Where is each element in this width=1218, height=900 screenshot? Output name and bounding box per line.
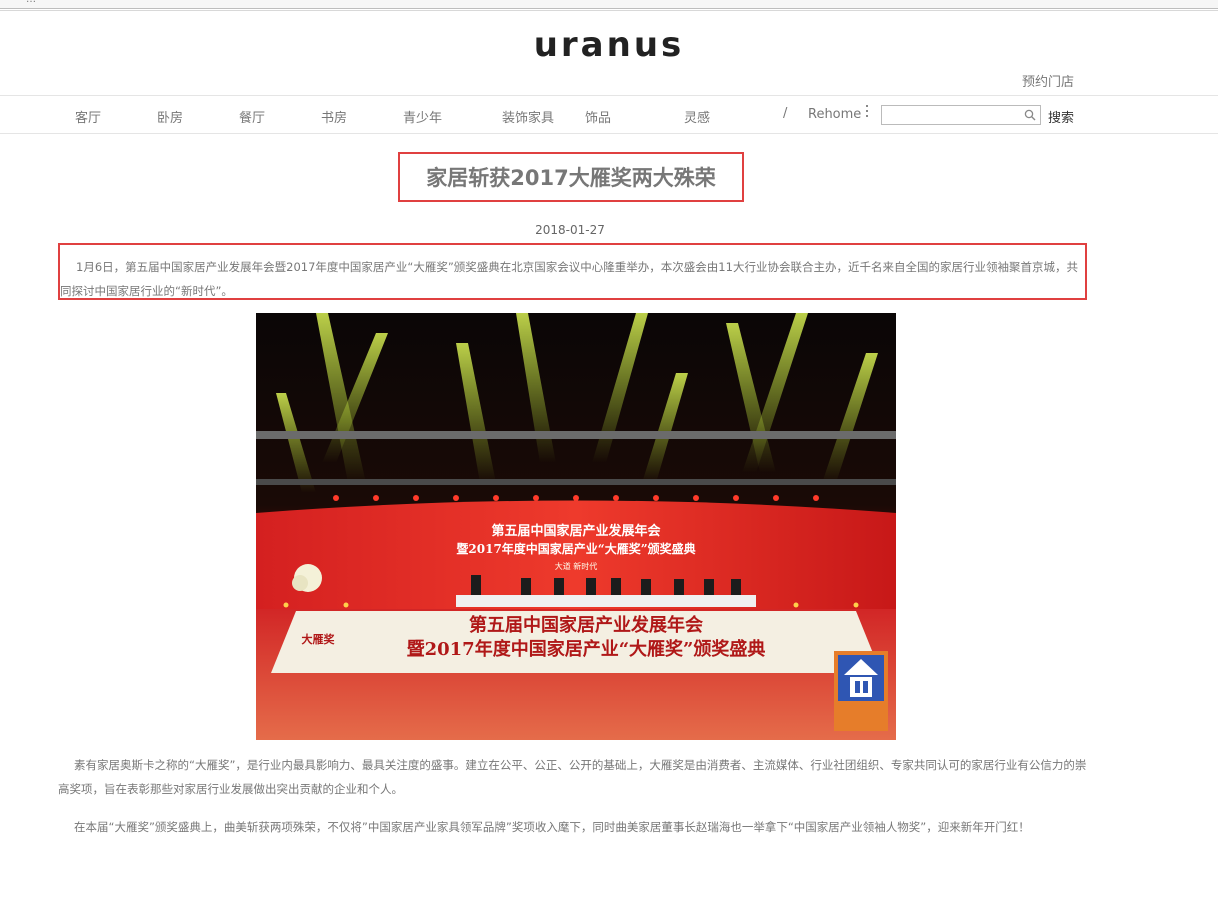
nav-item-study[interactable]: 书房 <box>321 107 347 126</box>
article-date: 2018-01-27 <box>535 223 605 237</box>
article-intro: 1月6日，第五届中国家居产业发展年会暨2017年度中国家居产业“大雁奖”颁奖盛典… <box>60 260 1078 298</box>
event-photo-illustration: 第五届中国家居产业发展年会 暨2017年度中国家居产业“大雁奖”颁奖盛典 大道 … <box>256 313 896 740</box>
backdrop-title-1: 第五届中国家居产业发展年会 <box>491 523 661 539</box>
nav-separator: / <box>783 106 788 121</box>
nav-item-dining[interactable]: 餐厅 <box>239 107 265 126</box>
nav-item-inspiration[interactable]: 灵感 <box>684 107 710 126</box>
nav-item-living-room[interactable]: 客厅 <box>75 107 101 126</box>
browser-fragment: … <box>26 0 36 5</box>
nav-item-rehome[interactable]: Rehome <box>808 107 861 122</box>
nav-item-youth[interactable]: 青少年 <box>403 107 442 126</box>
browser-top-strip: … <box>0 0 1218 9</box>
browser-divider <box>0 10 1218 11</box>
store-locator-link[interactable]: 预约门店 <box>1022 71 1074 90</box>
more-dots-icon[interactable] <box>866 105 869 120</box>
stage-banner-logo: 大雁奖 <box>302 632 336 646</box>
nav-item-decor-furniture[interactable]: 装饰家具 <box>502 107 554 126</box>
article-paragraph-2: 素有家居奥斯卡之称的“大雁奖”，是行业内最具影响力、最具关注度的盛事。建立在公平… <box>58 758 1087 796</box>
event-photo: 第五届中国家居产业发展年会 暨2017年度中国家居产业“大雁奖”颁奖盛典 大道 … <box>256 313 896 740</box>
site-logo[interactable]: uranus <box>0 25 1218 65</box>
search-icon[interactable] <box>1024 109 1036 121</box>
nav-item-accessories[interactable]: 饰品 <box>585 107 611 126</box>
backdrop-title-2: 暨2017年度中国家居产业“大雁奖”颁奖盛典 <box>456 541 695 556</box>
stage-banner-1: 第五届中国家居产业发展年会 <box>469 614 703 636</box>
main-nav: 客厅 卧房 餐厅 书房 青少年 装饰家具 饰品 灵感 / Rehome 搜索 <box>0 95 1218 134</box>
backdrop-title-3: 大道 新时代 <box>555 561 598 571</box>
search-input[interactable] <box>881 105 1041 125</box>
article-title: 家居斩获2017大雁奖两大殊荣 <box>426 166 716 190</box>
stage-banner-2: 暨2017年度中国家居产业“大雁奖”颁奖盛典 <box>407 638 766 660</box>
search-button[interactable]: 搜索 <box>1048 107 1074 126</box>
article-title-highlight: 家居斩获2017大雁奖两大殊荣 <box>398 152 744 202</box>
article-paragraph-3: 在本届“大雁奖”颁奖盛典上，曲美斩获两项殊荣，不仅将”中国家居产业家具领军品牌”… <box>74 820 1030 834</box>
nav-item-bedroom[interactable]: 卧房 <box>157 107 183 126</box>
intro-highlight: 1月6日，第五届中国家居产业发展年会暨2017年度中国家居产业“大雁奖”颁奖盛典… <box>58 243 1087 300</box>
